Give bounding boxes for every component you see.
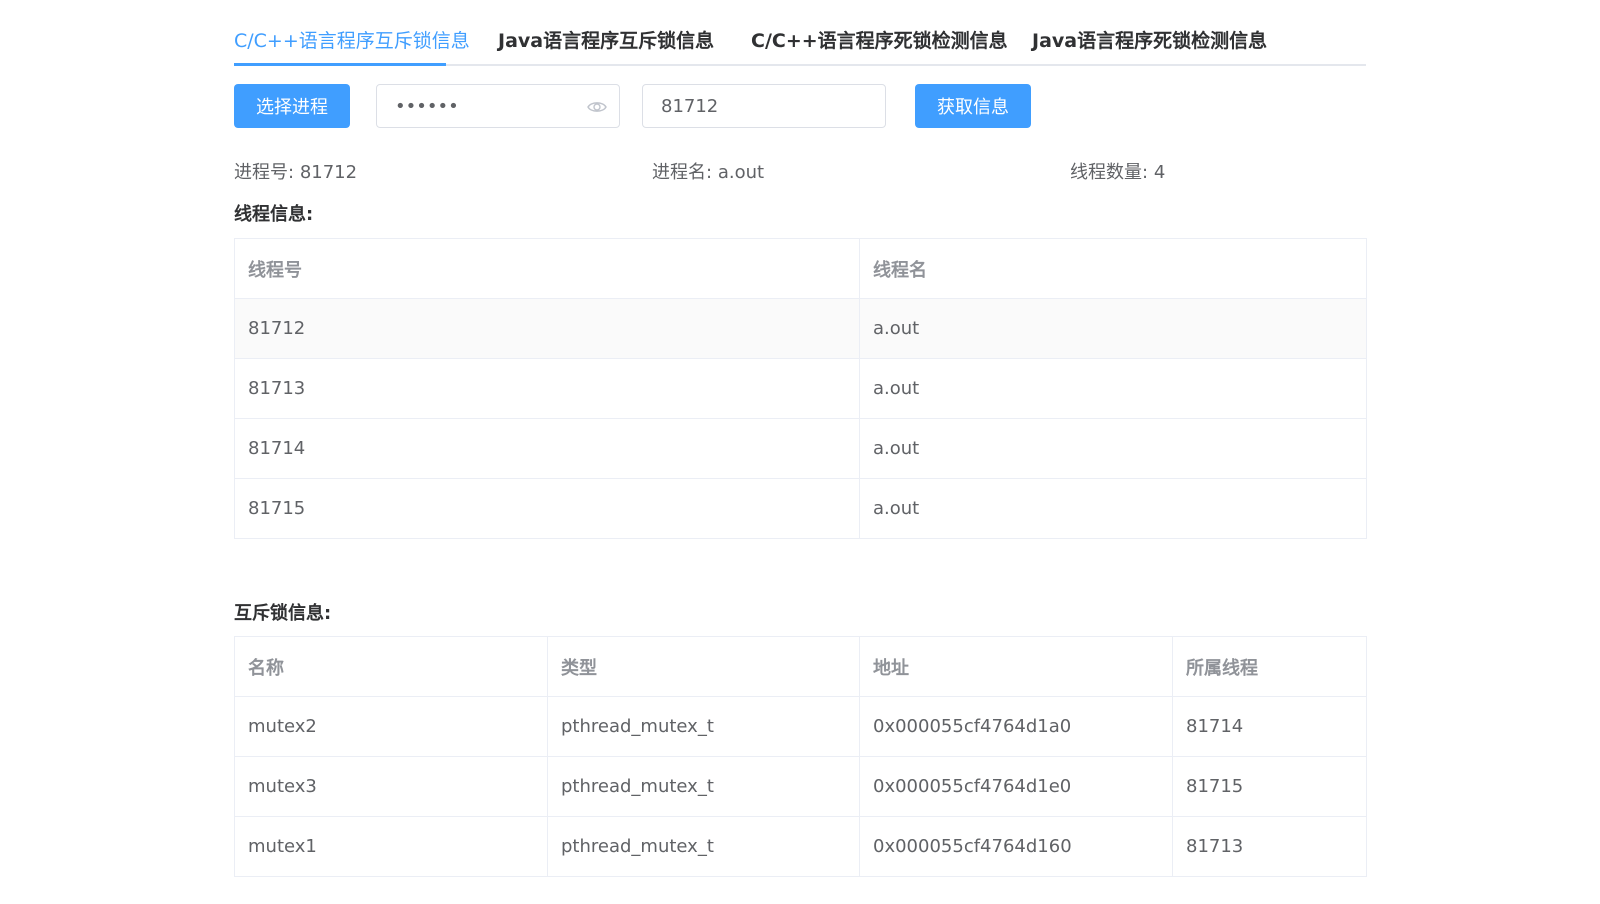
mutex-type-cell: pthread_mutex_t bbox=[547, 756, 860, 817]
password-input[interactable] bbox=[395, 85, 575, 127]
table-row[interactable]: mutex2 pthread_mutex_t 0x000055cf4764d1a… bbox=[234, 696, 1367, 757]
table-row[interactable]: 81713 a.out bbox=[234, 358, 1367, 419]
pid-info: 进程号: 81712 bbox=[234, 158, 357, 184]
thread-table: 线程号 线程名 81712 a.out 81713 a.out 81714 a.… bbox=[234, 238, 1367, 539]
mutex-owner-cell: 81715 bbox=[1172, 756, 1367, 817]
mutex-name-cell: mutex2 bbox=[234, 696, 548, 757]
column-header: 类型 bbox=[547, 636, 860, 697]
mutex-type-cell: pthread_mutex_t bbox=[547, 816, 860, 877]
thread-count-info: 线程数量: 4 bbox=[1070, 158, 1165, 184]
thread-count-value: 4 bbox=[1153, 162, 1166, 183]
thread-name-cell: a.out bbox=[859, 298, 1367, 359]
thread-table-header: 线程号 线程名 bbox=[234, 238, 1367, 299]
process-name-info: 进程名: a.out bbox=[652, 158, 764, 184]
table-row[interactable]: mutex1 pthread_mutex_t 0x000055cf4764d16… bbox=[234, 816, 1367, 877]
thread-id-cell: 81712 bbox=[234, 298, 860, 359]
tab-java-deadlock-info[interactable]: Java语言程序死锁检测信息 bbox=[1032, 26, 1267, 53]
thread-section-title: 线程信息: bbox=[234, 204, 314, 225]
select-process-button[interactable]: 选择进程 bbox=[234, 84, 350, 128]
mutex-address-cell: 0x000055cf4764d160 bbox=[859, 816, 1173, 877]
tab-java-mutex-info[interactable]: Java语言程序互斥锁信息 bbox=[498, 26, 714, 53]
page: C/C++语言程序互斥锁信息 Java语言程序互斥锁信息 C/C++语言程序死锁… bbox=[0, 0, 1600, 904]
mutex-owner-cell: 81714 bbox=[1172, 696, 1367, 757]
mutex-address-cell: 0x000055cf4764d1a0 bbox=[859, 696, 1173, 757]
thread-name-cell: a.out bbox=[859, 478, 1367, 539]
mutex-owner-cell: 81713 bbox=[1172, 816, 1367, 877]
tab-bar: C/C++语言程序互斥锁信息 Java语言程序互斥锁信息 C/C++语言程序死锁… bbox=[234, 0, 1366, 66]
thread-count-label: 线程数量: bbox=[1070, 162, 1149, 183]
tab-cpp-deadlock-info[interactable]: C/C++语言程序死锁检测信息 bbox=[751, 26, 1008, 53]
column-header: 地址 bbox=[859, 636, 1173, 697]
thread-name-cell: a.out bbox=[859, 418, 1367, 479]
mutex-section-title: 互斥锁信息: bbox=[234, 603, 332, 624]
mutex-type-cell: pthread_mutex_t bbox=[547, 696, 860, 757]
column-header: 线程名 bbox=[859, 238, 1367, 299]
tab-cpp-mutex-info[interactable]: C/C++语言程序互斥锁信息 bbox=[234, 26, 470, 53]
mutex-name-cell: mutex3 bbox=[234, 756, 548, 817]
get-info-button[interactable]: 获取信息 bbox=[915, 84, 1031, 128]
process-name-value: a.out bbox=[717, 162, 765, 183]
thread-id-cell: 81714 bbox=[234, 418, 860, 479]
thread-id-cell: 81713 bbox=[234, 358, 860, 419]
main-container: C/C++语言程序互斥锁信息 Java语言程序互斥锁信息 C/C++语言程序死锁… bbox=[234, 0, 1367, 877]
pid-input[interactable] bbox=[661, 85, 841, 127]
table-row[interactable]: 81714 a.out bbox=[234, 418, 1367, 479]
table-row[interactable]: 81715 a.out bbox=[234, 478, 1367, 539]
thread-name-cell: a.out bbox=[859, 358, 1367, 419]
column-header: 线程号 bbox=[234, 238, 860, 299]
table-row[interactable]: mutex3 pthread_mutex_t 0x000055cf4764d1e… bbox=[234, 756, 1367, 817]
mutex-name-cell: mutex1 bbox=[234, 816, 548, 877]
mutex-address-cell: 0x000055cf4764d1e0 bbox=[859, 756, 1173, 817]
process-name-label: 进程名: bbox=[652, 162, 713, 183]
thread-id-cell: 81715 bbox=[234, 478, 860, 539]
pid-label: 进程号: bbox=[234, 162, 295, 183]
mutex-table: 名称 类型 地址 所属线程 mutex2 pthread_mutex_t 0x0… bbox=[234, 636, 1367, 877]
column-header: 所属线程 bbox=[1172, 636, 1367, 697]
password-field bbox=[376, 84, 620, 128]
pid-field bbox=[642, 84, 886, 128]
mutex-table-header: 名称 类型 地址 所属线程 bbox=[234, 636, 1367, 697]
toolbar: 选择进程 获取信息 bbox=[234, 84, 1366, 128]
eye-icon[interactable] bbox=[587, 98, 607, 116]
column-header: 名称 bbox=[234, 636, 548, 697]
table-row[interactable]: 81712 a.out bbox=[234, 298, 1367, 359]
active-tab-indicator bbox=[234, 63, 446, 66]
process-info: 进程号: 81712 进程名: a.out 线程数量: 4 bbox=[234, 158, 1366, 184]
pid-value: 81712 bbox=[299, 162, 358, 183]
